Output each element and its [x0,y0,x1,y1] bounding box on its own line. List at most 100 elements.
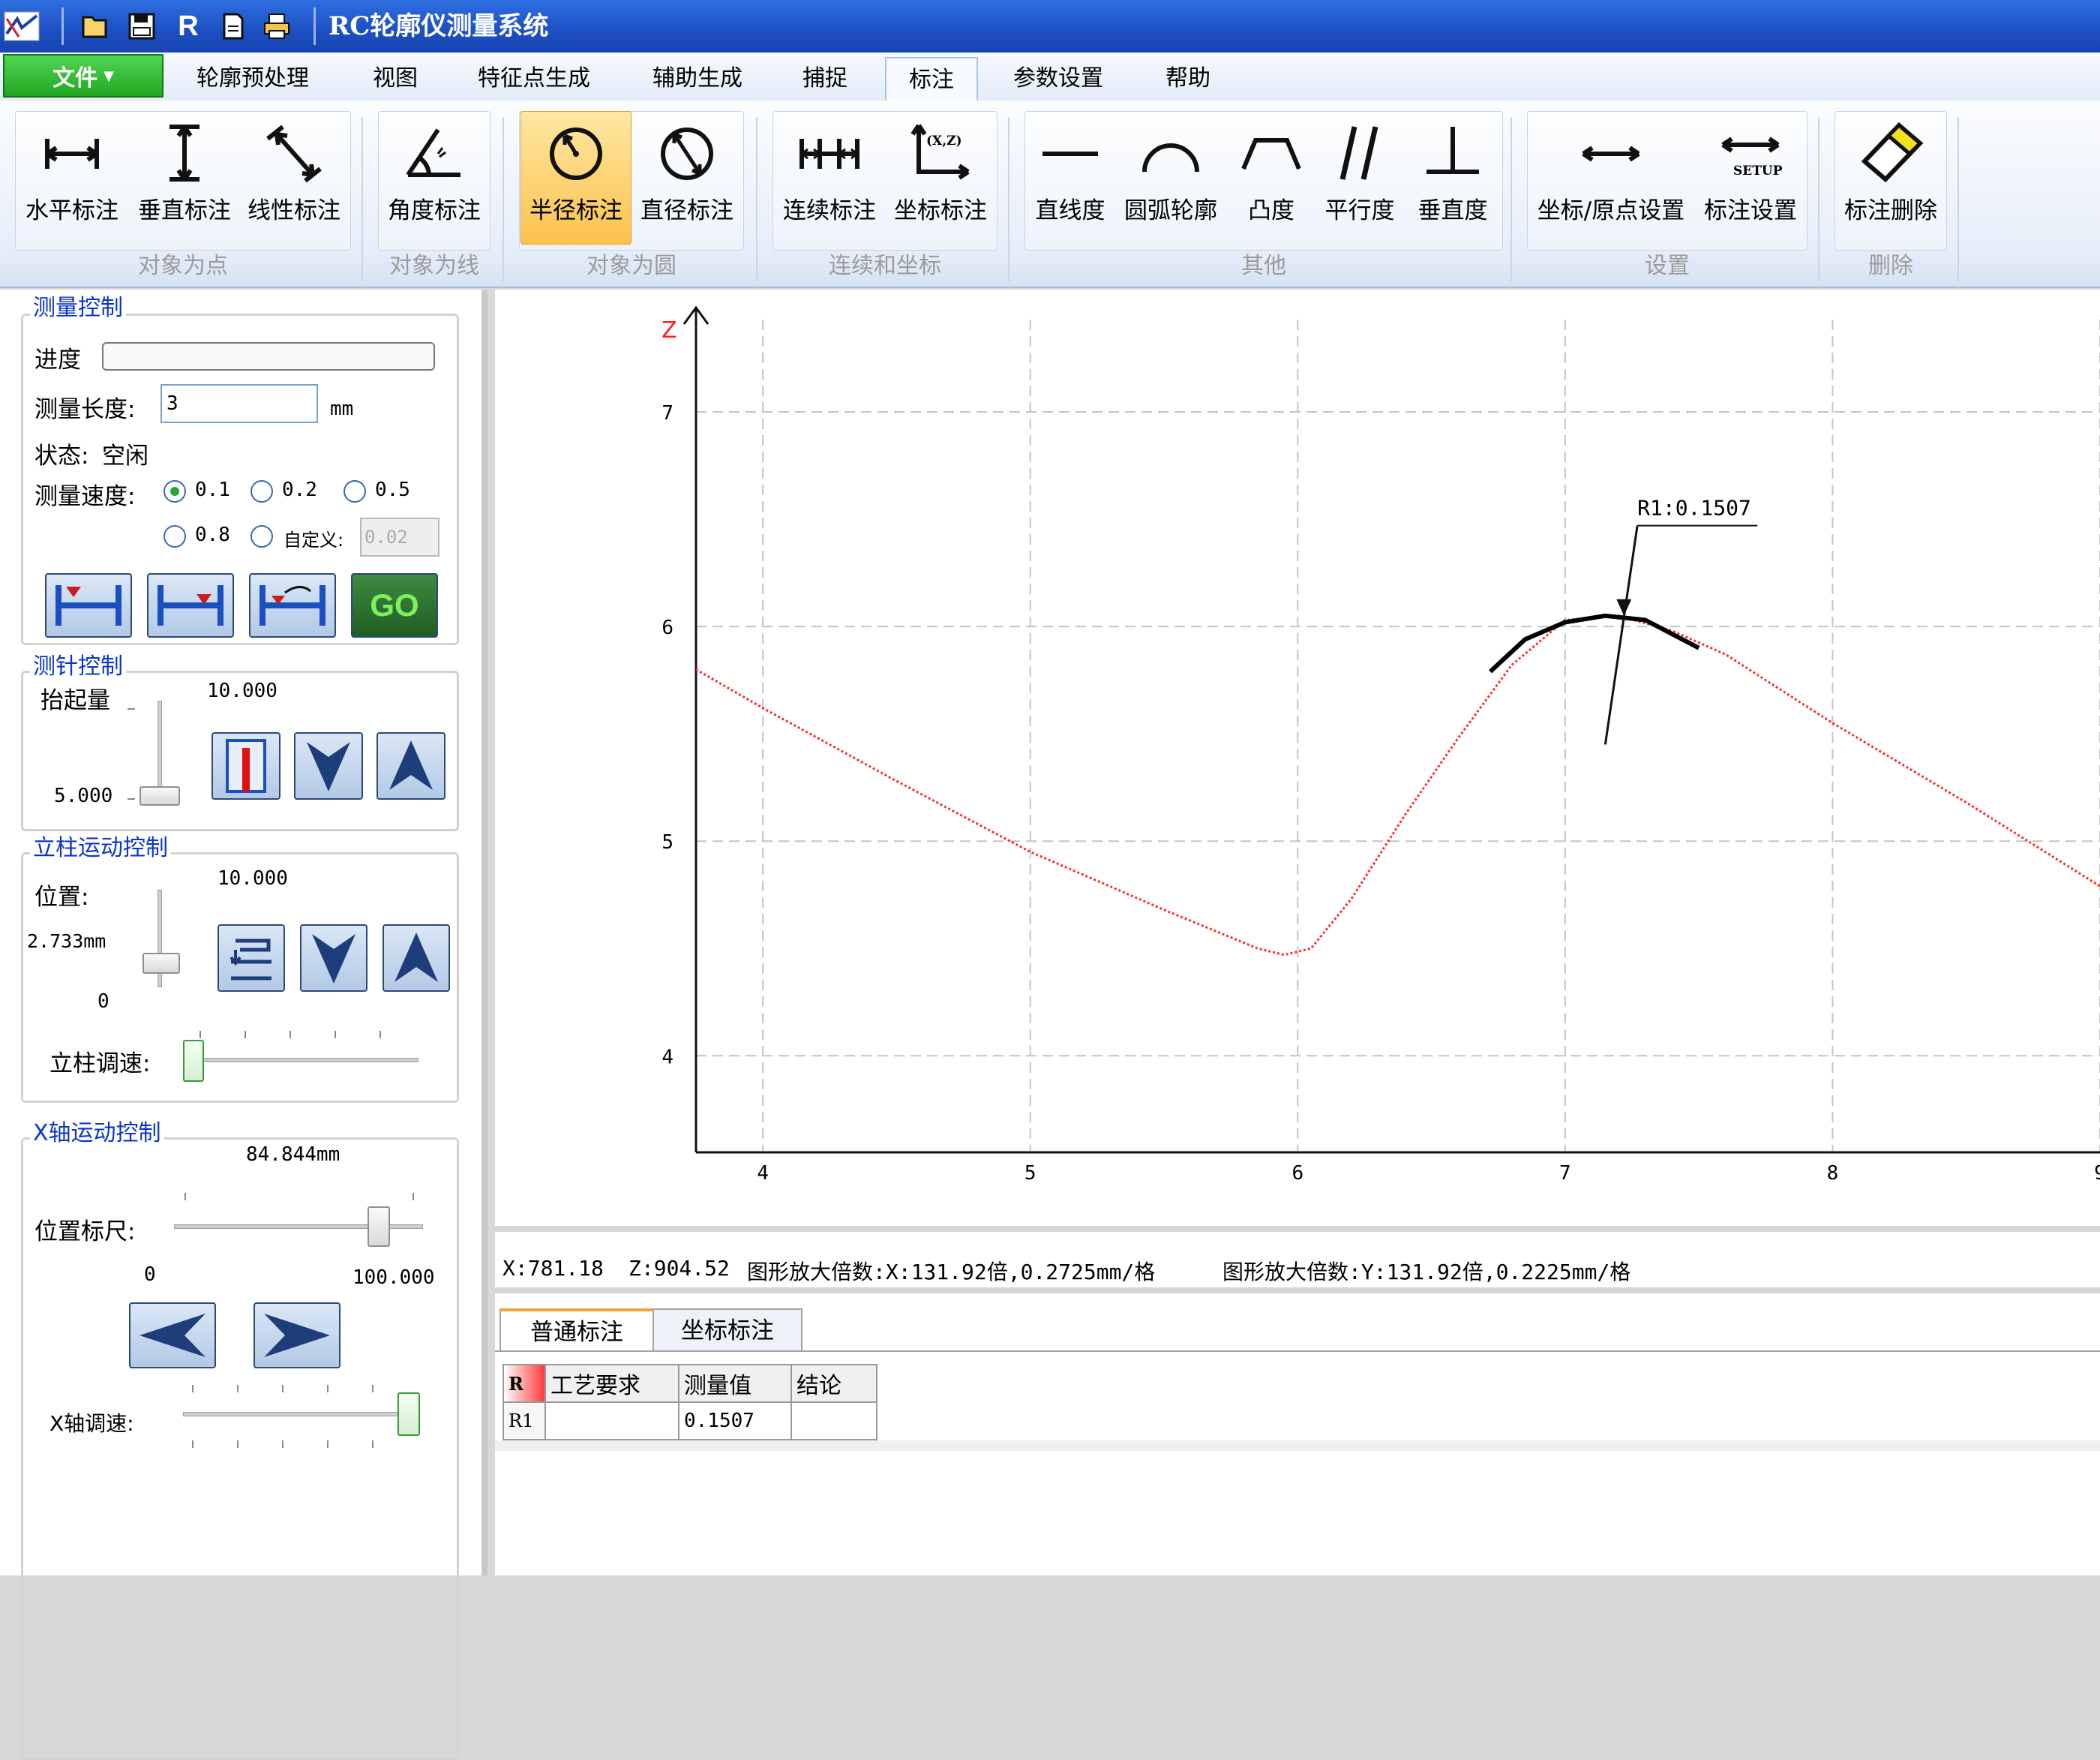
header-result[interactable]: 结论 [790,1364,878,1403]
convexity-label: 凸度 [1248,197,1294,224]
save-icon[interactable] [122,6,162,47]
tab-normal-annotation[interactable]: 普通标注 [500,1308,654,1350]
profile-chart-panel[interactable]: Z 4 5 6 7 8 9 4 5 6 7 R1:0.1507 [495,290,2100,1226]
results-table: R 工艺要求 测量值 结论 R1 0.1507 [502,1364,878,1440]
annotation-setting-button[interactable]: SETUP 标注设置 [1695,111,1806,245]
tab-annotation[interactable]: 标注 [885,57,978,101]
x-move-left-button[interactable] [129,1302,216,1368]
column-down-button[interactable] [300,924,368,992]
arc-profile-button[interactable]: 圆弧轮廓 [1114,111,1227,245]
x-speed-track[interactable] [183,1412,420,1416]
document-icon[interactable] [213,6,254,47]
x-tick-label: 9 [2094,1162,2100,1185]
x-move-right-button[interactable] [254,1302,340,1368]
horizontal-dim-button[interactable]: 水平标注 [16,111,128,245]
length-unit: mm [330,398,354,420]
tab-snap[interactable]: 捕捉 [780,57,870,101]
tab-help[interactable]: 帮助 [1136,57,1240,101]
group-separator [1510,117,1512,282]
tab-aux-generate[interactable]: 辅助生成 [630,57,765,101]
measure-control-title: 测量控制 [30,296,126,321]
column-position-label: 位置: [34,884,89,911]
probe-up-arrow-button[interactable] [376,732,446,800]
perpendicularity-button[interactable]: 垂直度 [1404,111,1502,245]
speed-radio-0.1[interactable] [164,480,186,503]
convexity-button[interactable]: 凸度 [1227,111,1316,245]
title-separator [314,8,316,45]
straightness-button[interactable]: 直线度 [1026,111,1114,245]
column-speed-thumb[interactable] [183,1040,204,1082]
y-tick-label: 4 [662,1046,674,1068]
lift-slider-track[interactable] [158,701,162,798]
diameter-dim-icon [661,128,713,180]
row-result[interactable] [790,1401,878,1440]
speed-radio-0.2[interactable] [250,480,273,503]
title-separator [62,8,64,45]
straightness-label: 直线度 [1035,197,1106,224]
ruler-max-value: 100.000 [352,1266,435,1289]
continuous-dim-label: 连续标注 [783,197,876,224]
ruler-slider-thumb[interactable] [368,1206,390,1247]
speed-radio-custom[interactable] [250,525,273,548]
column-home-button[interactable] [218,924,285,992]
continuous-dim-button[interactable]: 连续标注 [774,111,885,245]
tab-view[interactable]: 视图 [339,57,452,101]
x-speed-thumb[interactable] [398,1392,420,1436]
tab-feature-points[interactable]: 特征点生成 [459,57,609,101]
chevron-down-icon: ▼ [104,68,114,84]
vertical-dim-button[interactable]: 垂直标注 [129,111,240,245]
coord-origin-setting-button[interactable]: 坐标/原点设置 [1528,111,1694,245]
app-title: RC轮廓仪测量系统 [328,11,549,41]
probe-needle-icon [226,739,266,793]
lift-slider-thumb[interactable] [140,786,180,806]
diameter-dim-button[interactable]: 直径标注 [632,111,742,245]
go-button[interactable]: GO [351,573,438,638]
column-speed-track[interactable] [190,1058,418,1062]
arrow-down-icon [307,742,350,791]
coord-origin-icon [1582,146,1640,162]
probe-down-button[interactable] [147,573,234,638]
row-requirement[interactable] [544,1401,680,1440]
annotation-results-panel: 普通标注 坐标标注 R 工艺要求 测量值 结论 R1 0.1507 [495,1293,2100,1575]
open-icon[interactable] [75,6,116,47]
continuous-dim-icon [800,139,860,169]
print-icon[interactable] [256,6,297,47]
column-slider-thumb[interactable] [142,953,180,974]
radius-dim-button[interactable]: 半径标注 [520,111,632,245]
column-home-icon [230,939,272,981]
ruler-min-value: 0 [144,1263,156,1286]
probe-down-arrow-button[interactable] [294,732,363,800]
r-tool-icon[interactable]: R [168,6,208,47]
delete-annotation-button[interactable]: 标注删除 [1836,111,1946,245]
parallelism-button[interactable]: 平行度 [1316,111,1404,245]
profile-chart[interactable]: Z 4 5 6 7 8 9 4 5 6 7 R1:0.1507 [495,290,2100,1226]
x-tick-label: 4 [757,1162,769,1185]
slider-tick [237,1385,238,1392]
custom-speed-input[interactable] [360,518,440,557]
linear-dim-button[interactable]: 线性标注 [238,111,350,245]
table-row[interactable]: R1 0.1507 [502,1401,878,1440]
tab-parameters[interactable]: 参数设置 [994,57,1122,101]
header-value[interactable]: 测量值 [678,1364,792,1403]
perpendicularity-icon [1426,127,1479,174]
column-up-button[interactable] [382,924,450,992]
arrow-down-icon [312,934,356,984]
speed-radio-0.5[interactable] [344,480,366,503]
probe-return-button[interactable] [249,573,336,638]
coordinate-dim-button[interactable]: (X,Z) 坐标标注 [885,111,996,245]
tab-preprocess[interactable]: 轮廓预处理 [174,57,332,101]
tab-coordinate-annotation[interactable]: 坐标标注 [652,1308,802,1350]
slider-tick [380,1031,381,1038]
angle-dim-button[interactable]: 角度标注 [380,111,489,245]
coordinate-dim-label: 坐标标注 [894,197,987,224]
slider-tick [128,798,135,800]
probe-lift-button[interactable] [212,732,280,800]
file-menu-button[interactable]: 文件 ▼ [3,54,164,98]
app-logo-icon[interactable] [2,6,42,47]
length-input[interactable] [160,384,318,423]
header-requirement[interactable]: 工艺要求 [544,1364,680,1403]
probe-home-button[interactable] [45,573,132,638]
eraser-icon [1861,122,1924,183]
speed-radio-0.8[interactable] [164,525,186,548]
tab-underline [495,1350,2100,1352]
